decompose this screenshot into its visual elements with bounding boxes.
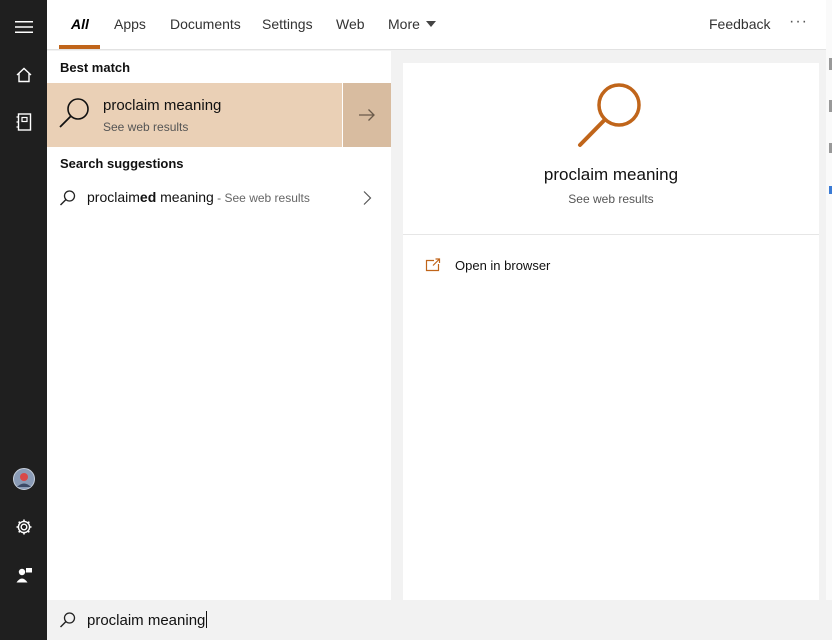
suggestion-hint: - See web results xyxy=(213,191,310,205)
preview-header: proclaim meaning See web results xyxy=(403,63,819,235)
tab-all[interactable]: All xyxy=(71,0,89,50)
suggestion-suffix: meaning xyxy=(156,189,214,205)
results-panel: Best match proclaim meaning See web resu… xyxy=(47,51,391,600)
preview-title: proclaim meaning xyxy=(543,165,679,184)
search-input[interactable]: proclaim meaning xyxy=(87,611,208,629)
feedback-person-button[interactable] xyxy=(0,555,47,595)
search-icon xyxy=(578,83,641,147)
notebook-icon xyxy=(16,113,31,131)
avatar xyxy=(12,468,35,490)
chevron-down-icon xyxy=(425,21,436,27)
notebook-button[interactable] xyxy=(0,102,47,142)
open-preview-button[interactable] xyxy=(343,83,391,147)
tab-settings[interactable]: Settings xyxy=(262,0,313,50)
preview-panel: proclaim meaning See web results Open in… xyxy=(403,63,819,600)
open-external-icon xyxy=(425,258,441,272)
preview-subtitle: See web results xyxy=(568,192,654,206)
tab-more-label: More xyxy=(388,16,420,32)
tab-apps[interactable]: Apps xyxy=(114,0,146,50)
tab-documents[interactable]: Documents xyxy=(170,0,241,50)
suggestion-completion: ed xyxy=(139,189,157,205)
tab-web[interactable]: Web xyxy=(336,0,365,50)
settings-button[interactable] xyxy=(0,507,47,547)
best-match-header: Best match xyxy=(60,60,131,75)
search-icon xyxy=(60,612,76,628)
open-in-browser-label: Open in browser xyxy=(455,258,551,273)
search-suggestions-header: Search suggestions xyxy=(60,156,184,171)
background-window-edge xyxy=(826,0,832,640)
search-icon xyxy=(59,98,89,128)
best-match-subtitle: See web results xyxy=(103,120,189,134)
open-in-browser-action[interactable]: Open in browser xyxy=(425,255,725,279)
home-icon xyxy=(16,67,31,83)
chevron-right-icon[interactable] xyxy=(361,190,373,206)
hamburger-menu-button[interactable] xyxy=(0,7,47,47)
feedback-link[interactable]: Feedback xyxy=(709,0,770,50)
more-options-button[interactable]: ··· xyxy=(789,0,808,50)
filter-tabs-bar: All Apps Documents Settings Web More Fee… xyxy=(47,0,832,50)
active-tab-indicator xyxy=(59,45,100,49)
best-match-title: proclaim meaning xyxy=(103,97,222,114)
text-cursor xyxy=(206,611,208,628)
gear-icon xyxy=(16,519,31,535)
arrow-right-icon xyxy=(359,109,375,121)
search-icon xyxy=(60,190,76,206)
suggestion-item[interactable]: proclaimed meaning - See web results xyxy=(47,181,391,215)
best-match-item[interactable]: proclaim meaning See web results xyxy=(47,83,342,147)
search-query: proclaim meaning xyxy=(87,612,206,629)
account-button[interactable] xyxy=(0,459,47,499)
suggestion-label: proclaimed meaning - See web results xyxy=(87,189,310,205)
suggestion-prefix: proclaim xyxy=(87,189,140,205)
home-button[interactable] xyxy=(0,55,47,95)
hamburger-menu-icon xyxy=(14,21,33,33)
tab-more[interactable]: More xyxy=(388,0,436,50)
search-box[interactable]: proclaim meaning xyxy=(47,600,832,640)
navigation-rail xyxy=(0,0,47,640)
feedback-person-icon xyxy=(16,568,32,583)
